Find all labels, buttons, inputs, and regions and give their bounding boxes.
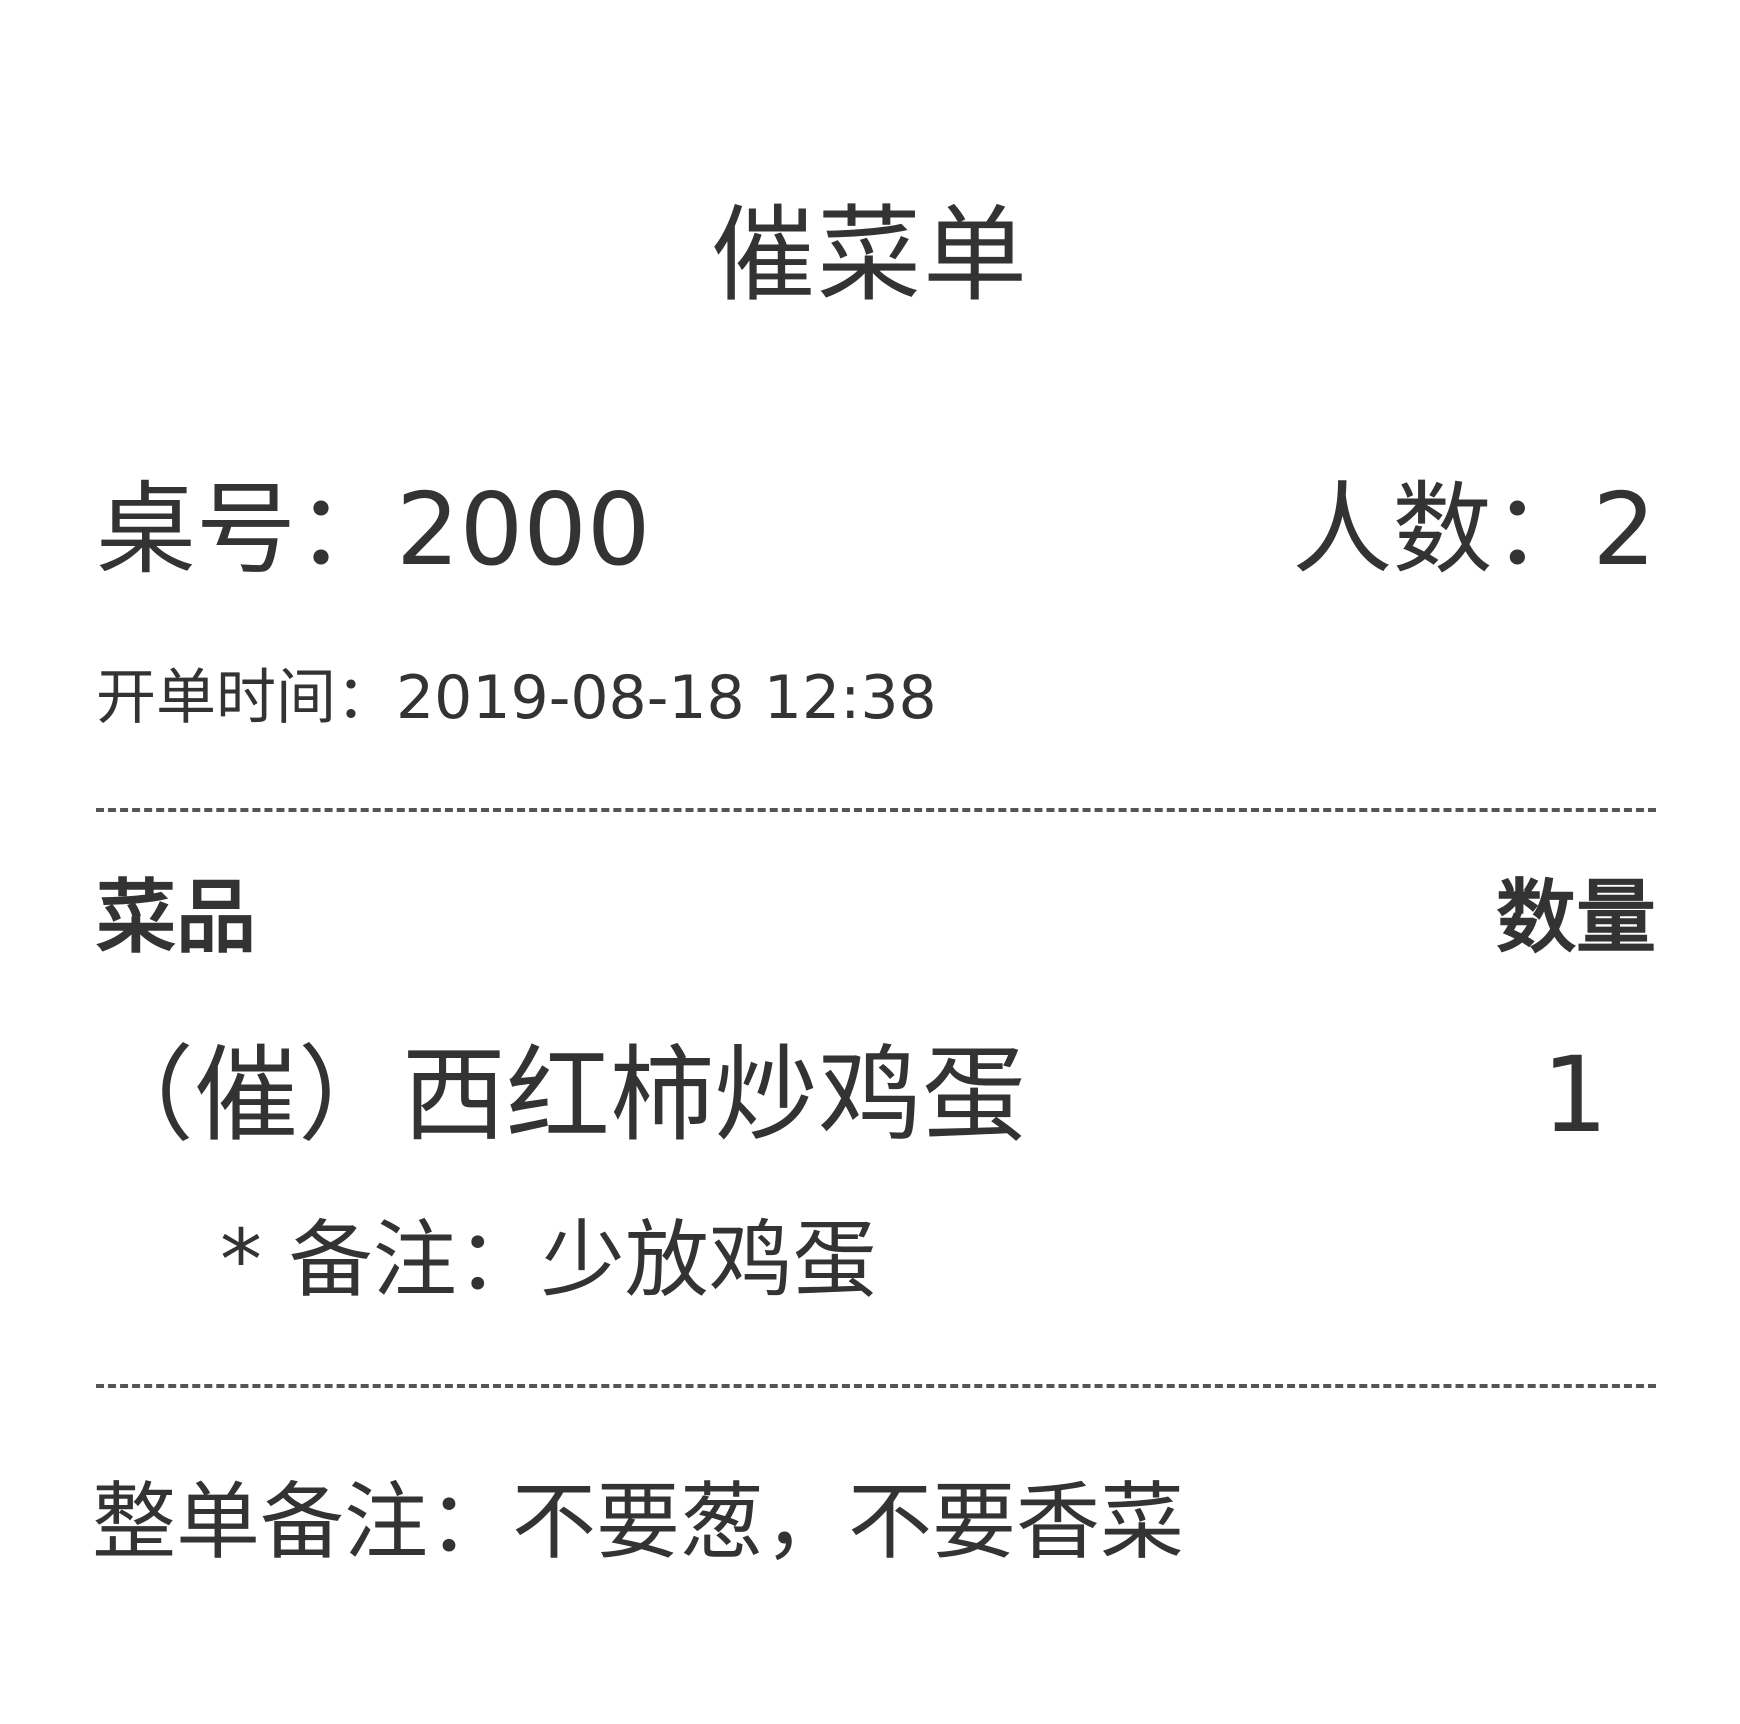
open-time-label: 开单时间： — [96, 663, 396, 733]
item-name: （催）西红柿炒鸡蛋 — [90, 1034, 1027, 1156]
open-time: 开单时间：2019-08-18 12:38 — [96, 660, 937, 736]
dashed-divider — [96, 808, 1656, 812]
table-info-row: 桌号：2000 人数：2 — [96, 470, 1656, 590]
dashed-divider — [96, 1384, 1656, 1388]
column-header-row: 菜品 数量 — [96, 868, 1656, 968]
list-item: （催）西红柿炒鸡蛋 1 — [90, 1030, 1656, 1160]
kitchen-rush-ticket: 催菜单 桌号：2000 人数：2 开单时间：2019-08-18 12:38 菜… — [0, 0, 1740, 1724]
table-number: 桌号：2000 — [96, 471, 651, 588]
ticket-title: 催菜单 — [710, 194, 1029, 316]
order-note: 整单备注：不要葱，不要香菜 — [92, 1473, 1185, 1571]
item-quantity: 1 — [1541, 1034, 1608, 1156]
column-header-quantity: 数量 — [1496, 871, 1656, 964]
column-header-dish: 菜品 — [96, 871, 256, 964]
guest-count: 人数：2 — [1292, 471, 1656, 588]
open-time-value: 2019-08-18 12:38 — [396, 663, 937, 733]
item-note: * 备注：少放鸡蛋 — [220, 1211, 877, 1309]
